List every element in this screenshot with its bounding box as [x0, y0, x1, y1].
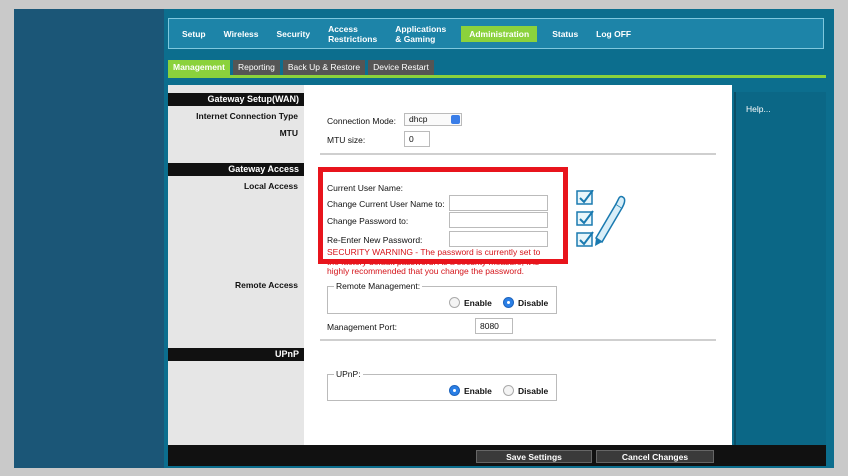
nav-applications-gaming[interactable]: Applications & Gaming — [386, 24, 455, 44]
section-labels: Gateway Setup(WAN) Internet Connection T… — [168, 85, 304, 445]
chevron-down-icon — [451, 115, 460, 124]
nav-security[interactable]: Security — [268, 29, 320, 39]
nav-access-line2: Restrictions — [328, 33, 378, 44]
left-frame — [14, 9, 164, 468]
checklist-icon — [576, 190, 626, 247]
upnp-enable-radio[interactable]: Enable — [449, 385, 492, 396]
help-link[interactable]: Help... — [736, 92, 826, 126]
section-divider-2 — [320, 339, 716, 341]
gateway-setup-header: Gateway Setup(WAN) — [168, 93, 304, 106]
tab-reporting[interactable]: Reporting — [232, 60, 280, 75]
mtu-size-input[interactable]: 0 — [404, 131, 430, 147]
nav-status[interactable]: Status — [543, 29, 587, 39]
nav-logoff[interactable]: Log OFF — [587, 29, 640, 39]
remote-access-label: Remote Access — [235, 280, 298, 290]
management-port-input[interactable]: 8080 — [475, 318, 513, 334]
management-port-label: Management Port: — [327, 322, 397, 332]
nav-apps-line2: & Gaming — [395, 33, 436, 44]
upnp-legend: UPnP: — [334, 369, 363, 379]
cancel-changes-button[interactable]: Cancel Changes — [596, 450, 714, 463]
connection-mode-value: dhcp — [409, 114, 428, 124]
upnp-disable-radio[interactable]: Disable — [503, 385, 548, 396]
connection-mode-label: Connection Mode: — [327, 116, 396, 126]
remote-enable-label: Enable — [464, 297, 492, 308]
remote-disable-radio[interactable]: Disable — [503, 297, 548, 308]
remote-disable-label: Disable — [518, 297, 549, 308]
nav-access-restrictions[interactable]: Access Restrictions — [319, 24, 386, 44]
mtu-label: MTU — [279, 128, 298, 138]
local-access-label: Local Access — [243, 181, 298, 191]
section-divider — [320, 153, 716, 155]
tab-device-restart[interactable]: Device Restart — [368, 60, 434, 75]
connection-mode-select[interactable]: dhcp — [404, 113, 462, 126]
remote-enable-radio[interactable]: Enable — [449, 297, 492, 308]
nav-apps-line1: Applications — [395, 23, 447, 34]
nav-wireless[interactable]: Wireless — [215, 29, 268, 39]
internet-connection-type-label: Internet Connection Type — [196, 111, 298, 121]
top-navigation: Setup Wireless Security Access Restricti… — [168, 18, 824, 49]
mtu-size-label: MTU size: — [327, 135, 366, 145]
nav-administration[interactable]: Administration — [461, 25, 538, 42]
radio-off-icon — [449, 297, 460, 308]
nav-setup[interactable]: Setup — [173, 29, 215, 39]
save-settings-button[interactable]: Save Settings — [476, 450, 592, 463]
nav-access-line1: Access — [328, 23, 358, 34]
upnp-header: UPnP — [168, 348, 304, 361]
help-panel: Help... — [734, 92, 826, 445]
tab-management[interactable]: Management — [168, 60, 230, 75]
gateway-access-header: Gateway Access — [168, 163, 304, 176]
upnp-enable-label: Enable — [464, 385, 492, 396]
highlight-box — [318, 167, 568, 264]
radio-on-icon — [503, 297, 514, 308]
remote-management-legend: Remote Management: — [334, 281, 423, 291]
tab-underline — [168, 75, 826, 78]
sub-tabs: Management Reporting Back Up & Restore D… — [168, 60, 434, 75]
radio-off-icon — [503, 385, 514, 396]
tab-backup-restore[interactable]: Back Up & Restore — [282, 60, 366, 75]
radio-on-icon — [449, 385, 460, 396]
upnp-disable-label: Disable — [518, 385, 549, 396]
